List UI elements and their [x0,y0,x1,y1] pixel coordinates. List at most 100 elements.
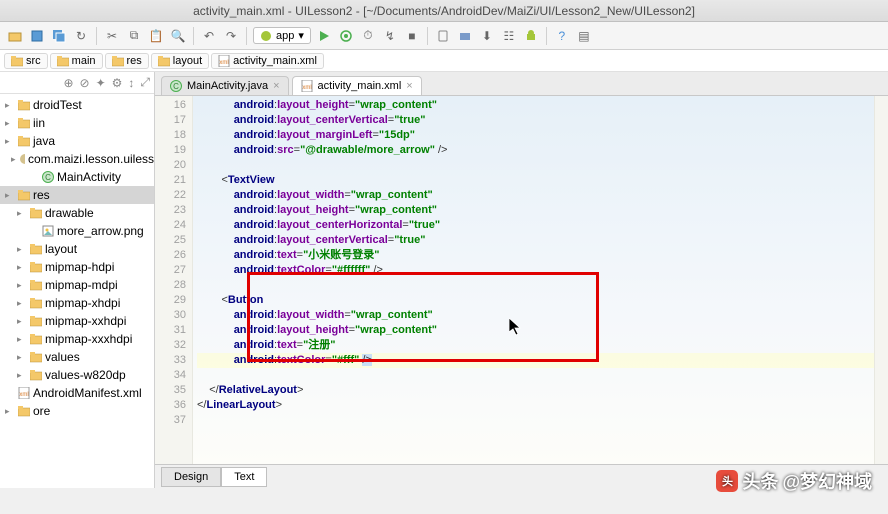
sdk-icon[interactable] [456,27,474,45]
code-content[interactable]: android:layout_height="wrap_content" and… [193,96,874,464]
code-line[interactable] [197,278,874,293]
code-line[interactable]: android:text="注册" [197,338,874,353]
tree-row[interactable]: CMainActivity [0,168,154,186]
code-line[interactable]: android:layout_marginLeft="15dp" [197,128,874,143]
sidebar-tool-icon[interactable]: ⤢ [140,75,150,90]
close-icon[interactable]: × [406,80,412,92]
tree-row[interactable]: xml AndroidManifest.xml [0,384,154,402]
watermark-logo-icon: 头 [716,470,738,492]
separator [96,27,97,45]
open-icon[interactable] [6,27,24,45]
android-robot-icon[interactable] [522,27,540,45]
help-icon[interactable]: ? [553,27,571,45]
layout-tab[interactable]: Text [221,467,267,487]
layout-tab[interactable]: Design [161,467,221,487]
tree-row[interactable]: ▸ore [0,402,154,420]
tree-row[interactable]: ▸mipmap-hdpi [0,258,154,276]
cut-icon[interactable]: ✂ [103,27,121,45]
code-line[interactable]: android:text="小米账号登录" [197,248,874,263]
run-config-selector[interactable]: app ▾ [253,27,311,44]
code-line[interactable]: <Button [197,293,874,308]
line-number: 21 [155,173,186,188]
code-line[interactable]: android:layout_centerVertical="true" [197,113,874,128]
copy-icon[interactable]: ⧉ [125,27,143,45]
code-editor[interactable]: 1617181920212223242526272829303132333435… [155,96,888,464]
code-line[interactable]: android:layout_centerHorizontal="true" [197,218,874,233]
breadcrumb-item[interactable]: src [4,53,48,69]
scrollbar[interactable] [874,96,888,464]
tree-label: layout [45,242,77,256]
line-number: 16 [155,98,186,113]
tree-row[interactable]: ▸layout [0,240,154,258]
code-line[interactable]: android:layout_centerVertical="true" [197,233,874,248]
line-number: 35 [155,383,186,398]
code-line[interactable] [197,413,874,428]
sidebar-tool-icon[interactable]: ⚙ [112,76,123,90]
sidebar-tool-icon[interactable]: ⊕ [63,76,73,90]
code-line[interactable]: android:src="@drawable/more_arrow" /> [197,143,874,158]
tree-row[interactable]: ▸mipmap-mdpi [0,276,154,294]
attach-icon[interactable]: ↯ [381,27,399,45]
tree-row[interactable]: ▸values-w820dp [0,366,154,384]
editor-tab[interactable]: CMainActivity.java× [161,76,289,95]
stop-icon[interactable]: ■ [403,27,421,45]
settings-icon[interactable]: ▤ [575,27,593,45]
watermark-prefix: 头条 [742,468,778,494]
sidebar-tool-icon[interactable]: ⊘ [80,76,90,90]
tree-row[interactable]: ▸mipmap-xhdpi [0,294,154,312]
code-line[interactable]: android:layout_width="wrap_content" [197,188,874,203]
svg-text:xml: xml [19,392,28,398]
sidebar-tool-icon[interactable]: ✦ [96,76,106,90]
code-line[interactable]: </LinearLayout> [197,398,874,413]
code-line[interactable]: android:textColor="#ffffff" /> [197,263,874,278]
android-icon [260,30,272,42]
profile-icon[interactable]: ⏱ [359,27,377,45]
paste-icon[interactable]: 📋 [147,27,165,45]
code-line[interactable]: android:layout_height="wrap_content" [197,203,874,218]
monitor-icon[interactable]: ☷ [500,27,518,45]
code-line[interactable]: android:textColor="#fff" /> [197,353,874,368]
tree-row[interactable]: ▸com.maizi.lesson.uiless [0,150,154,168]
breadcrumb-item[interactable]: res [105,53,149,69]
tree-label: java [33,134,55,148]
tree-row[interactable]: more_arrow.png [0,222,154,240]
code-line[interactable]: android:layout_height="wrap_content" [197,98,874,113]
sync-icon[interactable]: ↻ [72,27,90,45]
tree-row[interactable]: ▸res [0,186,154,204]
tree-row[interactable]: ▸java [0,132,154,150]
code-line[interactable]: android:layout_width="wrap_content" [197,308,874,323]
breadcrumb-item[interactable]: main [50,53,103,69]
tree-row[interactable]: ▸droidTest [0,96,154,114]
code-line[interactable] [197,368,874,383]
tree-row[interactable]: ▸drawable [0,204,154,222]
code-line[interactable]: </RelativeLayout> [197,383,874,398]
run-icon[interactable] [315,27,333,45]
ddms-icon[interactable]: ⬇ [478,27,496,45]
line-number: 36 [155,398,186,413]
editor-tab[interactable]: xmlactivity_main.xml× [292,76,422,95]
tree-row[interactable]: ▸iin [0,114,154,132]
tree-row[interactable]: ▸mipmap-xxhdpi [0,312,154,330]
breadcrumb-item[interactable]: layout [151,53,209,69]
avd-icon[interactable] [434,27,452,45]
tree-row[interactable]: ▸mipmap-xxxhdpi [0,330,154,348]
save-icon[interactable] [28,27,46,45]
code-line[interactable]: <TextView [197,173,874,188]
tree-row[interactable]: ▸values [0,348,154,366]
editor-tabs: CMainActivity.java×xmlactivity_main.xml× [155,72,888,96]
code-line[interactable]: android:layout_height="wrap_content" [197,323,874,338]
tree-label: ore [33,404,50,418]
save-all-icon[interactable] [50,27,68,45]
project-tree[interactable]: ▸droidTest▸iin▸java▸com.maizi.lesson.uil… [0,94,154,422]
undo-icon[interactable]: ↶ [200,27,218,45]
tree-label: AndroidManifest.xml [33,386,142,400]
redo-icon[interactable]: ↷ [222,27,240,45]
find-icon[interactable]: 🔍 [169,27,187,45]
line-number: 34 [155,368,186,383]
code-line[interactable] [197,158,874,173]
debug-icon[interactable] [337,27,355,45]
breadcrumb-item[interactable]: xmlactivity_main.xml [211,53,324,69]
close-icon[interactable]: × [273,80,279,92]
line-number: 33 [155,353,186,368]
sidebar-tool-icon[interactable]: ↕ [128,76,134,90]
